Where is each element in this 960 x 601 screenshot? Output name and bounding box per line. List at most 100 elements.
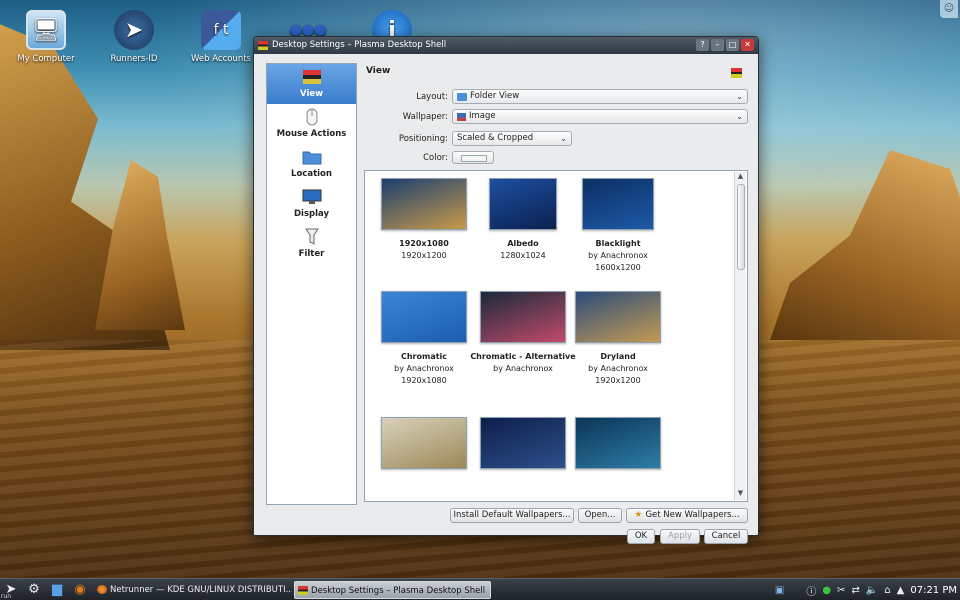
update-icon[interactable]: ● xyxy=(822,585,831,596)
apply-button[interactable]: Apply xyxy=(660,529,700,544)
volume-icon[interactable]: 🔈 xyxy=(866,585,878,596)
taskbar: ➤ run ⚙ ▆ ◉ Netrunner — KDE GNU/LINUX DI… xyxy=(0,578,960,600)
positioning-combo[interactable]: Scaled & Cropped ⌄ xyxy=(452,131,572,146)
layout-value: Folder View xyxy=(470,91,520,101)
wallpaper-tile[interactable]: Chromatic by Anachronox 1920x1080 xyxy=(370,291,478,387)
wallpaper-size: 1920x1200 xyxy=(401,251,447,260)
panel-toolbox-icon[interactable]: ☺ xyxy=(940,0,958,18)
desktop-icon-runners-id[interactable]: ➤ Runners-ID xyxy=(94,10,174,64)
wallpaper-thumbnail xyxy=(381,291,467,343)
layout-label: Layout: xyxy=(416,91,448,102)
wallpaper-author: by Anachronox xyxy=(394,364,454,373)
wallpaper-tile[interactable]: Blacklight by Anachronox 1600x1200 xyxy=(564,178,672,274)
network-tray-icon[interactable]: ⌂ xyxy=(884,585,890,596)
show-desktop-icon[interactable]: ▣ xyxy=(775,585,784,596)
positioning-value: Scaled & Cropped xyxy=(457,133,534,143)
wallpaper-title: Albedo xyxy=(507,239,539,248)
desktop-icon-label: Web Accounts xyxy=(191,54,251,64)
wallpaper-thumbnail xyxy=(575,417,661,469)
clipboard-icon[interactable]: ✂ xyxy=(837,585,845,596)
wallpaper-tile[interactable] xyxy=(370,417,478,477)
wallpaper-title: Dryland xyxy=(600,352,636,361)
sidebar-item-label: Mouse Actions xyxy=(276,129,347,139)
sidebar-item-view[interactable]: View xyxy=(267,64,356,104)
ok-button[interactable]: OK xyxy=(627,529,655,544)
layout-combo[interactable]: Folder View ⌄ xyxy=(452,89,748,104)
wallpaper-tile[interactable]: 1920x1080 1920x1200 xyxy=(370,178,478,262)
wallpaper-author: by Anachronox xyxy=(493,364,553,373)
get-new-wallpapers-button[interactable]: ★ Get New Wallpapers... xyxy=(626,508,748,523)
wallpaper-title: 1920x1080 xyxy=(399,239,449,248)
view-flag-icon xyxy=(731,68,742,78)
firefox-task-icon xyxy=(97,584,107,594)
wallpaper-size: 1920x1080 xyxy=(401,376,447,385)
cancel-button[interactable]: Cancel xyxy=(704,529,748,544)
positioning-label: Positioning: xyxy=(398,133,448,144)
sidebar-item-display[interactable]: Display xyxy=(267,184,356,224)
sidebar-item-location[interactable]: Location xyxy=(267,144,356,184)
sidebar-item-label: Location xyxy=(291,169,332,179)
gallery-scrollbar[interactable]: ▲ ▼ xyxy=(734,172,746,500)
plasma-task-icon xyxy=(298,585,308,595)
computer-icon: 🖥 xyxy=(26,10,66,50)
task-label: Desktop Settings – Plasma Desktop Shell xyxy=(311,585,486,596)
task-desktop-settings[interactable]: Desktop Settings – Plasma Desktop Shell xyxy=(294,580,491,599)
scroll-down-icon[interactable]: ▼ xyxy=(735,489,746,500)
wallpaper-value: Image xyxy=(469,111,496,121)
minimize-button[interactable]: – xyxy=(711,39,724,51)
wallpaper-thumbnail xyxy=(575,291,661,343)
scroll-up-icon[interactable]: ▲ xyxy=(735,172,746,183)
desktop-icon-label: Runners-ID xyxy=(110,54,158,64)
plasma-app-icon xyxy=(258,41,268,50)
sidebar-item-mouse-actions[interactable]: Mouse Actions xyxy=(267,104,356,144)
task-netrunner[interactable]: Netrunner — KDE GNU/LINUX DISTRIBUTI... xyxy=(94,581,292,599)
desktop-icon-web-accounts[interactable]: f t Web Accounts xyxy=(181,10,261,64)
wallpaper-title: Chromatic xyxy=(400,352,448,361)
task-label: Netrunner — KDE GNU/LINUX DISTRIBUTI... xyxy=(110,584,292,595)
sidebar-item-filter[interactable]: Filter xyxy=(267,224,356,264)
window-titlebar[interactable]: Desktop Settings – Plasma Desktop Shell … xyxy=(254,37,758,54)
gear-icon[interactable]: ⚙ xyxy=(24,581,44,599)
scrollbar-thumb[interactable] xyxy=(737,184,745,270)
wallpaper-title: Chromatic - Alternative xyxy=(470,352,576,361)
expand-tray-icon[interactable]: ▲ xyxy=(897,585,905,596)
wallpaper-combo[interactable]: Image ⌄ xyxy=(452,109,748,124)
get-new-label: Get New Wallpapers... xyxy=(645,510,740,520)
wallpaper-tile[interactable]: Dryland by Anachronox 1920x1200 xyxy=(564,291,672,387)
wallpaper-size: 1920x1200 xyxy=(595,376,641,385)
usb-device-icon[interactable]: ⇄ xyxy=(851,585,859,596)
system-tray: ▣ ⓘ ● ✂ ⇄ 🔈 ⌂ ▲ 07:21 PM xyxy=(772,579,960,601)
folder-view-icon xyxy=(457,92,467,101)
wallpaper-author: by Anachronox xyxy=(588,251,648,260)
notifications-icon[interactable]: ⓘ xyxy=(806,583,816,598)
mouse-icon xyxy=(302,108,322,126)
open-button[interactable]: Open... xyxy=(578,508,622,523)
chevron-down-icon: ⌄ xyxy=(736,92,743,101)
folder-icon xyxy=(302,148,322,166)
close-button[interactable]: ✕ xyxy=(741,39,754,51)
maximize-button[interactable]: □ xyxy=(726,39,739,51)
desktop-icon-my-computer[interactable]: 🖥 My Computer xyxy=(6,10,86,64)
wallpaper-tile[interactable] xyxy=(564,417,672,477)
chevron-down-icon: ⌄ xyxy=(560,134,567,143)
folder-launcher-icon[interactable]: ▆ xyxy=(47,581,67,599)
compass-icon: ➤ xyxy=(114,10,154,50)
wallpaper-gallery[interactable]: 1920x1080 1920x1200 Albedo 1280x1024 Blackli… xyxy=(364,170,748,502)
sidebar-item-label: Display xyxy=(293,209,330,219)
help-button[interactable]: ? xyxy=(696,39,709,51)
wallpaper-tile[interactable] xyxy=(469,417,577,477)
view-icon xyxy=(302,68,322,86)
wallpaper-thumbnail xyxy=(480,291,566,343)
wallpaper-tile[interactable]: Albedo 1280x1024 xyxy=(469,178,577,262)
firefox-icon[interactable]: ◉ xyxy=(70,581,90,599)
wallpaper-label: Wallpaper: xyxy=(402,111,448,122)
install-default-wallpapers-button[interactable]: Install Default Wallpapers... xyxy=(450,508,574,523)
color-picker-button[interactable] xyxy=(452,151,494,164)
wallpaper-row: Wallpaper: Image ⌄ xyxy=(366,109,748,124)
wallpaper-tile[interactable]: Chromatic - Alternative by Anachronox xyxy=(469,291,577,375)
color-label: Color: xyxy=(423,152,448,163)
image-icon xyxy=(457,112,466,121)
window-title: Desktop Settings – Plasma Desktop Shell xyxy=(272,40,447,50)
wallpaper-thumbnail xyxy=(489,178,557,230)
clock[interactable]: 07:21 PM xyxy=(910,585,957,596)
